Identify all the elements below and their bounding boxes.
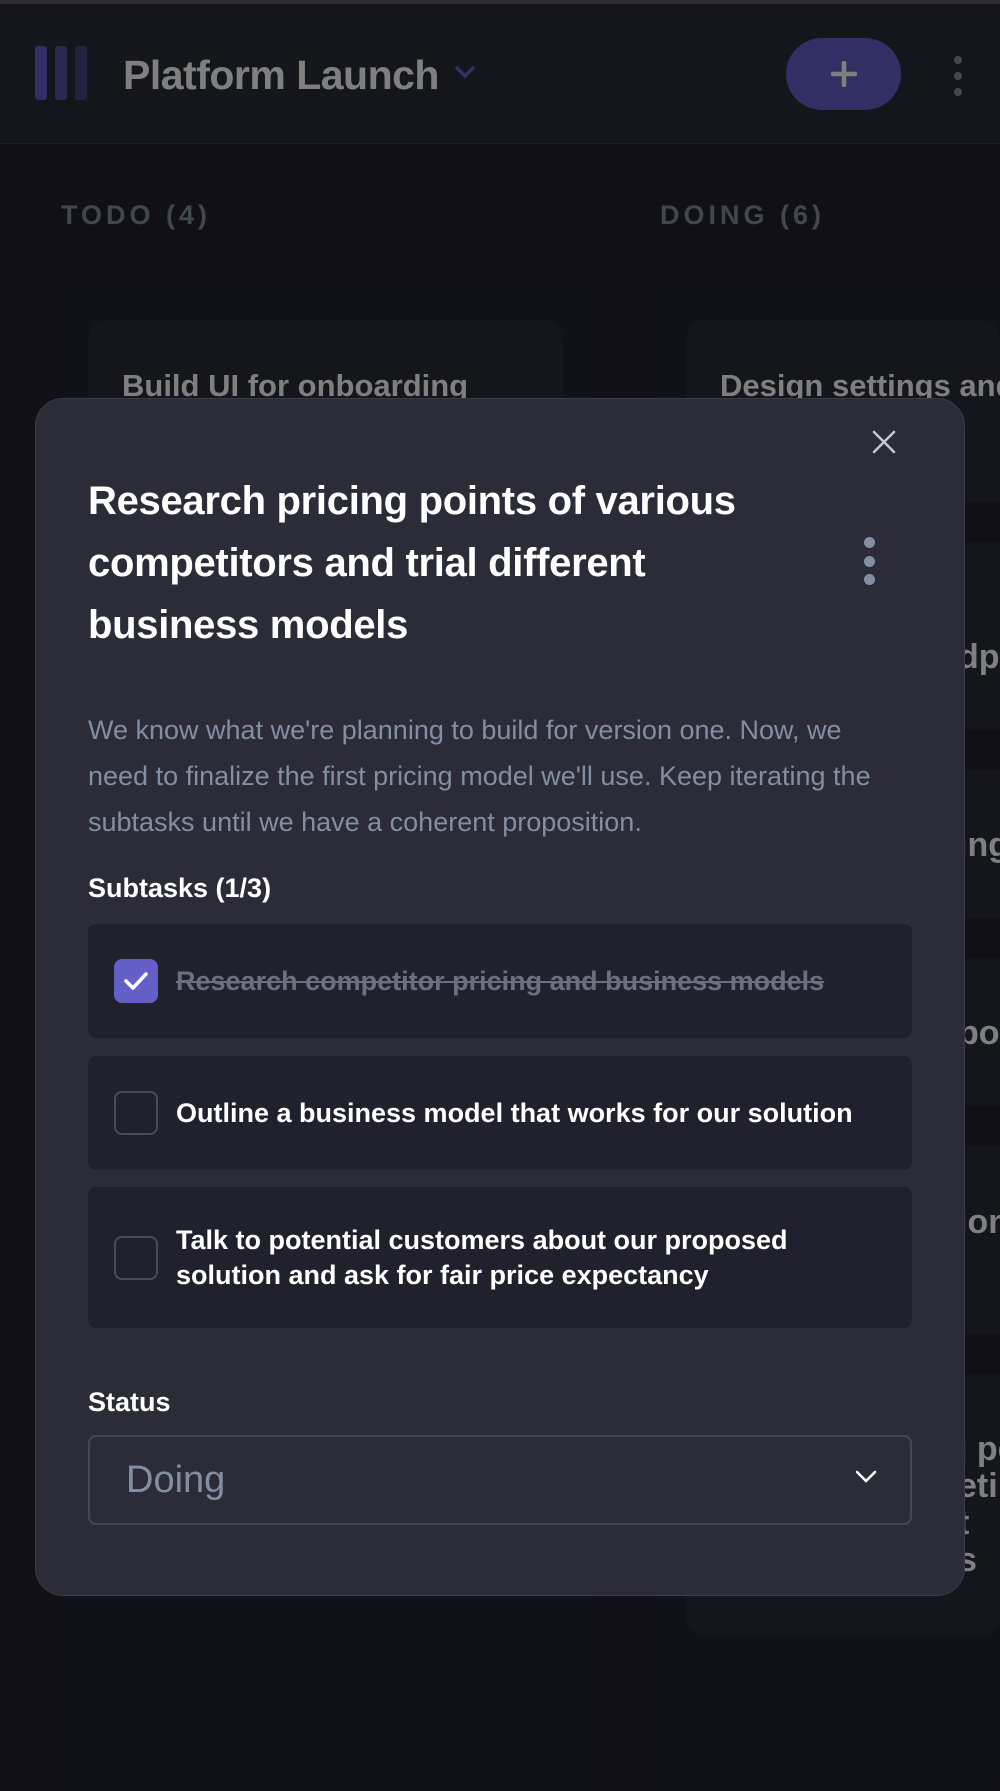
subtask-title: Talk to potential customers about our pr… <box>176 1224 788 1290</box>
status-value: Doing <box>126 1458 226 1501</box>
status-select[interactable]: Doing <box>88 1435 912 1525</box>
task-kebab-menu-icon[interactable] <box>862 537 876 585</box>
task-title: Research pricing points of various compe… <box>88 479 736 647</box>
subtask-item[interactable]: Talk to potential customers about our pr… <box>88 1187 912 1328</box>
subtask-checkbox[interactable] <box>114 959 158 1003</box>
subtask-title: Research competitor pricing and business… <box>176 965 825 996</box>
subtask-item[interactable]: Research competitor pricing and business… <box>88 924 912 1038</box>
chevron-down-icon <box>855 1470 877 1483</box>
check-icon <box>124 972 148 990</box>
close-icon[interactable] <box>870 428 898 456</box>
subtask-checkbox[interactable] <box>114 1091 158 1135</box>
subtasks-label: Subtasks (1/3) <box>88 873 272 903</box>
subtask-checkbox[interactable] <box>114 1235 158 1280</box>
subtask-item[interactable]: Outline a business model that works for … <box>88 1056 912 1170</box>
subtask-title: Outline a business model that works for … <box>176 1097 853 1128</box>
status-label: Status <box>88 1387 171 1417</box>
task-description: We know what we're planning to build for… <box>88 715 871 837</box>
